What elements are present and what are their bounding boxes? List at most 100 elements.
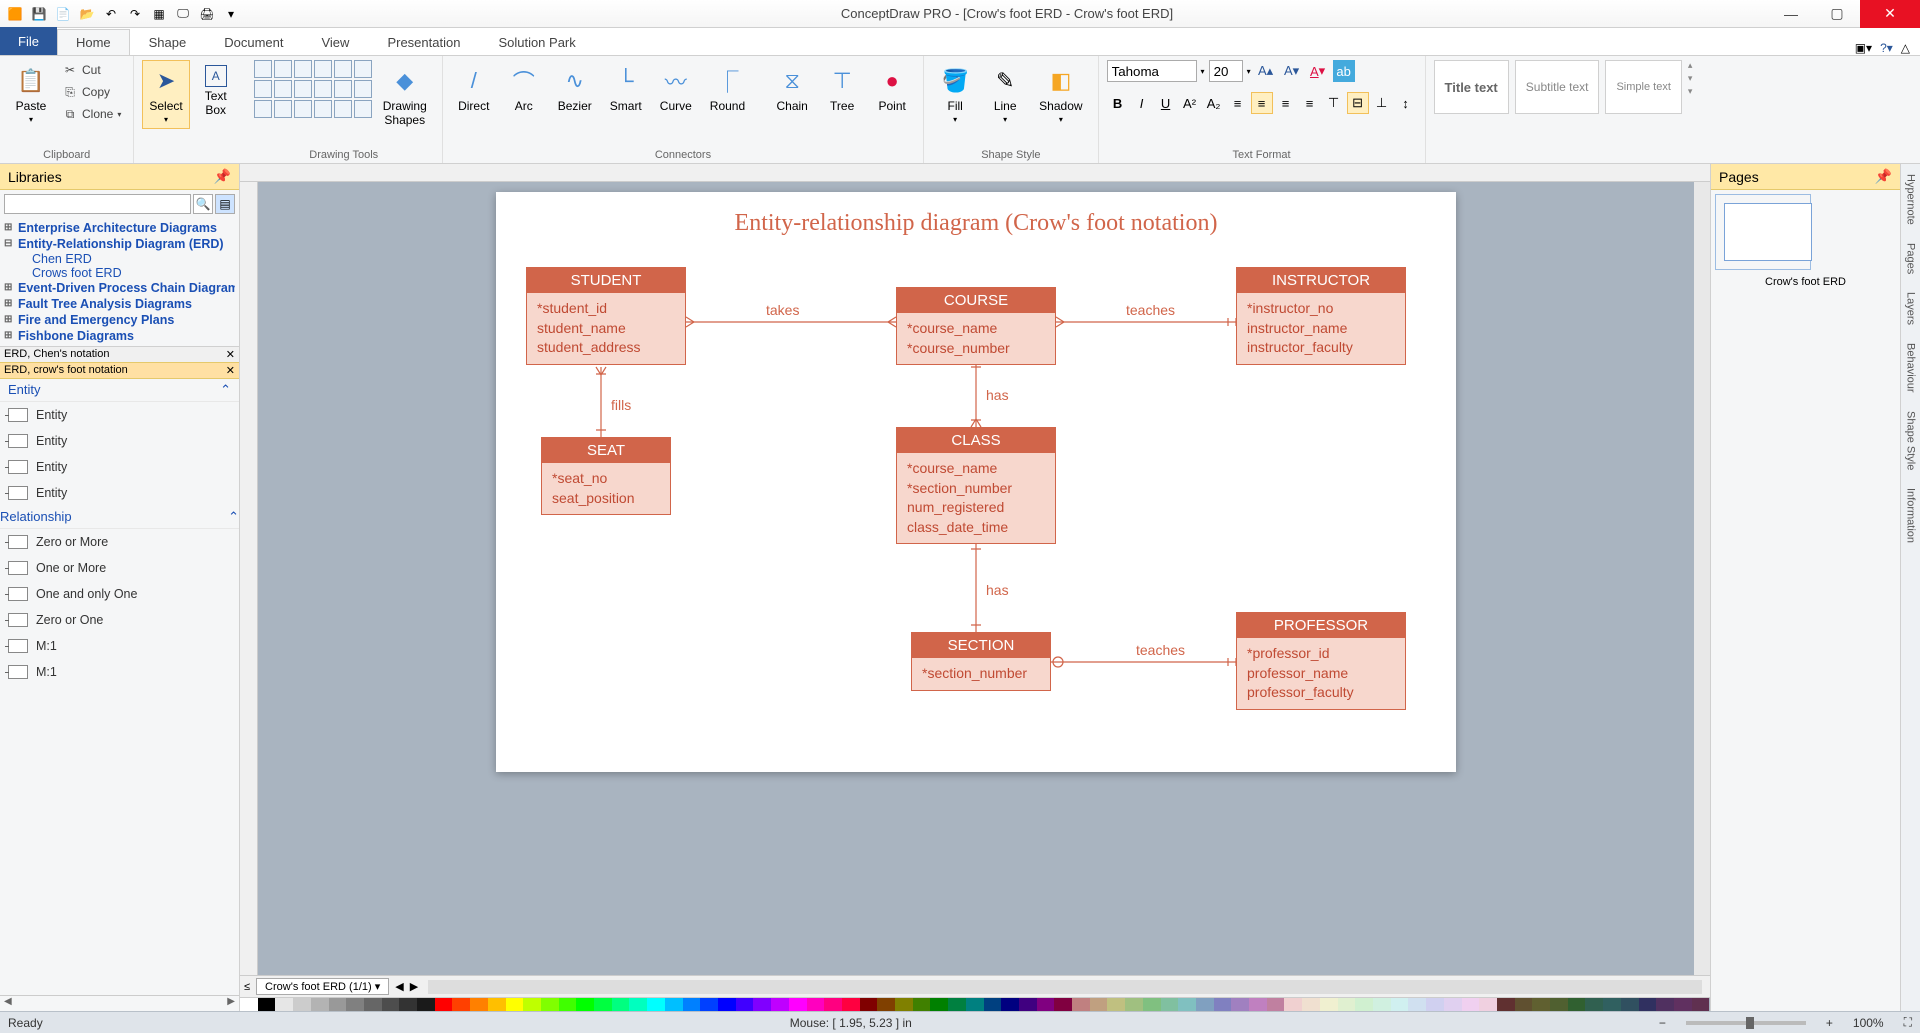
canvas-viewport[interactable]: Entity-relationship diagram (Crow's foot… (258, 182, 1694, 975)
color-palette-strip[interactable] (240, 997, 1710, 1011)
color-swatch[interactable] (1444, 998, 1462, 1011)
rel-has2[interactable]: has (986, 582, 1009, 598)
maximize-button[interactable]: ▢ (1814, 0, 1860, 28)
color-swatch[interactable] (329, 998, 347, 1011)
connector-arc[interactable]: ⌒Arc (501, 60, 547, 118)
color-swatch[interactable] (930, 998, 948, 1011)
grow-font-icon[interactable]: A▴ (1255, 60, 1277, 82)
color-swatch[interactable] (1568, 998, 1586, 1011)
color-swatch[interactable] (1019, 998, 1037, 1011)
color-swatch[interactable] (1656, 998, 1674, 1011)
color-swatch[interactable] (1674, 998, 1692, 1011)
scroll-right-icon[interactable]: ▶ (227, 996, 235, 1011)
color-swatch[interactable] (1408, 998, 1426, 1011)
color-swatch[interactable] (1479, 998, 1497, 1011)
qat-open-icon[interactable]: 📂 (76, 3, 98, 25)
color-swatch[interactable] (1161, 998, 1179, 1011)
color-swatch[interactable] (948, 998, 966, 1011)
connector-round[interactable]: ⎾Round (703, 60, 752, 118)
color-swatch[interactable] (1214, 998, 1232, 1011)
color-swatch[interactable] (435, 998, 453, 1011)
line-button[interactable]: ✎Line▾ (982, 60, 1028, 129)
library-view-icon[interactable]: ▤ (215, 194, 235, 214)
color-swatch[interactable] (984, 998, 1002, 1011)
color-swatch[interactable] (807, 998, 825, 1011)
sidetab-layers[interactable]: Layers (1904, 288, 1918, 329)
subscript-button[interactable]: A₂ (1203, 92, 1225, 114)
pin-icon[interactable]: 📌 (1875, 168, 1892, 185)
sidetab-behaviour[interactable]: Behaviour (1904, 339, 1918, 397)
valign-middle-button[interactable]: ⊟ (1347, 92, 1369, 114)
preset-down-icon[interactable]: ▾ (1688, 73, 1693, 84)
color-swatch[interactable] (1037, 998, 1055, 1011)
search-icon[interactable]: 🔍 (193, 194, 213, 214)
color-swatch[interactable] (1532, 998, 1550, 1011)
preset-subtitle[interactable]: Subtitle text (1515, 60, 1600, 114)
color-swatch[interactable] (275, 998, 293, 1011)
tab-document[interactable]: Document (205, 29, 302, 55)
entity-section[interactable]: SECTION *section_number (911, 632, 1051, 691)
shape-entity[interactable]: Entity (0, 454, 239, 480)
sidetab-hypernote[interactable]: Hypernote (1904, 170, 1918, 229)
color-swatch[interactable] (541, 998, 559, 1011)
tab-nav-first-icon[interactable]: ≤ (244, 981, 250, 993)
color-swatch[interactable] (1125, 998, 1143, 1011)
ribbon-layout-icon[interactable]: ▣▾ (1855, 41, 1872, 55)
color-swatch[interactable] (1090, 998, 1108, 1011)
tree-item[interactable]: Fault Tree Analysis Diagrams (4, 296, 235, 312)
tab-nav-prev-icon[interactable]: ◀ (395, 980, 403, 993)
color-swatch[interactable] (1072, 998, 1090, 1011)
color-swatch[interactable] (895, 998, 913, 1011)
preset-title[interactable]: Title text (1434, 60, 1509, 114)
entity-seat[interactable]: SEAT *seat_noseat_position (541, 437, 671, 515)
color-swatch[interactable] (1302, 998, 1320, 1011)
collapse-ribbon-icon[interactable]: △ (1901, 41, 1910, 55)
qat-save-icon[interactable]: 💾 (28, 3, 50, 25)
qat-print-icon[interactable]: 🖨 (196, 3, 218, 25)
entity-course[interactable]: COURSE *course_name*course_number (896, 287, 1056, 365)
color-swatch[interactable] (1426, 998, 1444, 1011)
color-swatch[interactable] (1550, 998, 1568, 1011)
rel-has[interactable]: has (986, 387, 1009, 403)
color-swatch[interactable] (913, 998, 931, 1011)
color-swatch[interactable] (683, 998, 701, 1011)
tab-shape[interactable]: Shape (130, 29, 206, 55)
preset-up-icon[interactable]: ▴ (1688, 60, 1693, 71)
color-swatch[interactable] (258, 998, 276, 1011)
color-swatch[interactable] (1320, 998, 1338, 1011)
shape-entity[interactable]: Entity (0, 428, 239, 454)
drawing-page[interactable]: Entity-relationship diagram (Crow's foot… (496, 192, 1456, 772)
zoom-out-icon[interactable]: − (1659, 1016, 1666, 1030)
tab-solution-park[interactable]: Solution Park (479, 29, 594, 55)
scroll-left-icon[interactable]: ◀ (4, 996, 12, 1011)
color-swatch[interactable] (629, 998, 647, 1011)
textbox-tool[interactable]: A Text Box (194, 60, 238, 122)
color-swatch[interactable] (612, 998, 630, 1011)
vscrollbar[interactable] (1694, 182, 1710, 975)
shape-entity[interactable]: Entity (0, 402, 239, 428)
superscript-button[interactable]: A² (1179, 92, 1201, 114)
color-swatch[interactable] (452, 998, 470, 1011)
text-direction-button[interactable]: ↕ (1395, 92, 1417, 114)
color-swatch[interactable] (1603, 998, 1621, 1011)
paste-button[interactable]: 📋 Paste ▾ (8, 60, 54, 129)
tree-subitem[interactable]: Chen ERD (4, 252, 235, 266)
diagram-title[interactable]: Entity-relationship diagram (Crow's foot… (496, 192, 1456, 237)
library-search-input[interactable] (4, 194, 191, 214)
color-swatch[interactable] (364, 998, 382, 1011)
qat-redo-icon[interactable]: ↷ (124, 3, 146, 25)
qat-undo-icon[interactable]: ↶ (100, 3, 122, 25)
color-swatch[interactable] (966, 998, 984, 1011)
shape-rel[interactable]: M:1 (0, 659, 239, 685)
tree-subitem[interactable]: Crows foot ERD (4, 266, 235, 280)
shape-rel[interactable]: Zero or More (0, 529, 239, 555)
collapse-icon[interactable]: ⌃ (220, 382, 231, 398)
color-swatch[interactable] (506, 998, 524, 1011)
color-swatch[interactable] (842, 998, 860, 1011)
zoom-slider[interactable] (1686, 1021, 1806, 1025)
align-left-button[interactable]: ≡ (1227, 92, 1249, 114)
zoom-in-icon[interactable]: + (1826, 1016, 1833, 1030)
connector-direct[interactable]: /Direct (451, 60, 497, 118)
highlight-icon[interactable]: ab (1333, 60, 1355, 82)
color-swatch[interactable] (382, 998, 400, 1011)
